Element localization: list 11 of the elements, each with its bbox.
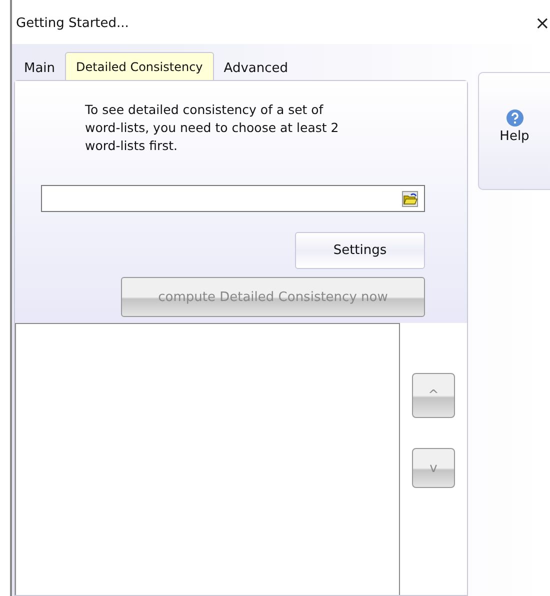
tab[interactable]: Main [14,56,66,80]
window-title: Getting Started... [16,16,129,30]
folder-icon[interactable] [402,190,418,206]
tab[interactable]: Advanced [214,56,298,80]
close-button[interactable]: × [534,12,550,34]
instructions-text: To see detailed consistency of a set of word-lists, you need to choose at least 2 word-lists first. [85,101,340,155]
tab[interactable]: Detailed Consistency [65,52,214,80]
help-button[interactable]: Help [478,72,550,190]
help-icon [506,109,524,127]
settings-button[interactable]: Settings [295,232,425,269]
file-field[interactable] [41,185,425,212]
